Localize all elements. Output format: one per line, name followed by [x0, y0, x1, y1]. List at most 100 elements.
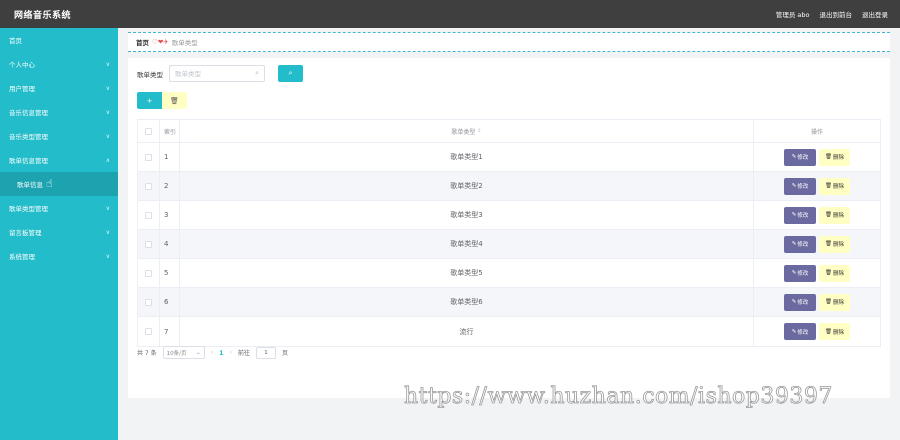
- row-checkbox[interactable]: [145, 298, 152, 306]
- trash-icon: 🗑: [170, 96, 179, 105]
- search-icon: ⌕: [255, 69, 259, 77]
- edit-icon: ✎: [791, 212, 797, 218]
- sidebar-item-label: 歌单信息管理: [9, 157, 48, 165]
- edit-button[interactable]: ✎ 修改: [784, 148, 816, 166]
- page-number[interactable]: 1: [219, 349, 224, 357]
- sidebar-item-users[interactable]: 用户管理 ∨: [0, 76, 118, 100]
- row-index: 1: [160, 143, 180, 171]
- edit-icon: ✎: [791, 154, 797, 160]
- row-checkbox[interactable]: [145, 211, 152, 219]
- chevron-down-icon: ∨: [105, 252, 110, 260]
- trash-icon: 🗑: [825, 328, 832, 335]
- row-index: 7: [160, 317, 180, 346]
- delete-button[interactable]: 🗑 删除: [819, 323, 850, 340]
- add-button[interactable]: +: [137, 92, 162, 109]
- batch-delete-button[interactable]: 🗑: [162, 92, 187, 109]
- chevron-down-icon: ∨: [105, 228, 110, 236]
- hand-cursor-icon: ☝: [46, 177, 53, 190]
- page-suffix: 页: [282, 350, 289, 357]
- delete-button[interactable]: 🗑 删除: [819, 235, 850, 253]
- delete-button[interactable]: 🗑 删除: [819, 264, 850, 282]
- chevron-down-icon: ∨: [105, 108, 110, 116]
- table-header: 索引 歌单类型 ⇕ 操作: [138, 120, 880, 143]
- search-input[interactable]: [175, 69, 249, 78]
- sidebar-item-message-board[interactable]: 留言板管理 ∨: [0, 220, 118, 244]
- edit-button[interactable]: ✎ 修改: [784, 235, 816, 253]
- header-index: 索引: [160, 120, 180, 142]
- row-checkbox[interactable]: [145, 269, 152, 277]
- row-index: 2: [160, 172, 180, 200]
- search-button[interactable]: ⌕: [278, 65, 303, 82]
- sidebar-item-profile[interactable]: 个人中心 ∨: [0, 52, 118, 76]
- header-operation: 操作: [810, 128, 823, 136]
- pagination: 共 7 条 10条/页 ⌄ ‹ 1 › 前往 1 页: [137, 346, 288, 359]
- header-name[interactable]: 歌单类型 ⇕: [180, 120, 754, 142]
- table-row: 3 歌单类型3 ✎ 修改 🗑 删除: [138, 201, 880, 230]
- goto-page-input[interactable]: 1: [256, 346, 276, 359]
- sidebar-item-label: 首页: [9, 37, 22, 45]
- next-page-icon[interactable]: ›: [230, 349, 232, 356]
- action-row: + 🗑: [137, 92, 187, 109]
- sidebar-item-system[interactable]: 系统管理 ∨: [0, 244, 118, 268]
- edit-button[interactable]: ✎ 修改: [784, 206, 816, 224]
- app-title: 网络音乐系统: [14, 10, 72, 21]
- trash-icon: 🗑: [825, 212, 832, 218]
- chevron-down-icon: ⌄: [196, 349, 201, 356]
- search-input-box[interactable]: ⌕: [169, 65, 265, 82]
- sidebar-item-label: 用户管理: [9, 85, 35, 93]
- main-content: 首页 ♡❤✈ 歌单类型 歌单类型 ⌕ ⌕ + 🗑 索引: [118, 28, 900, 440]
- sidebar-item-label: 留言板管理: [9, 229, 42, 237]
- breadcrumb-home[interactable]: 首页: [136, 37, 149, 47]
- delete-button[interactable]: 🗑 删除: [819, 148, 850, 166]
- row-checkbox[interactable]: [145, 182, 152, 190]
- select-all-checkbox[interactable]: [145, 127, 152, 135]
- sidebar-item-playlist-type[interactable]: 歌单类型管理 ∨: [0, 196, 118, 220]
- top-bar: 网络音乐系统 管理员 abo 退出到前台 退出登录: [0, 0, 900, 28]
- edit-button[interactable]: ✎ 修改: [784, 177, 816, 195]
- sidebar-item-label: 个人中心: [9, 61, 35, 69]
- delete-button[interactable]: 🗑 删除: [819, 206, 850, 224]
- goto-label: 前往: [237, 350, 250, 357]
- row-index: 5: [160, 259, 180, 287]
- row-checkbox[interactable]: [145, 240, 152, 248]
- row-checkbox[interactable]: [145, 328, 152, 335]
- delete-button[interactable]: 🗑 删除: [819, 177, 850, 195]
- edit-button[interactable]: ✎ 修改: [784, 293, 816, 311]
- edit-icon: ✎: [791, 328, 797, 335]
- chevron-down-icon: ∨: [105, 132, 110, 140]
- chevron-down-icon: ∨: [105, 84, 110, 92]
- header-checkbox-cell: [138, 120, 160, 142]
- edit-icon: ✎: [791, 270, 797, 276]
- row-index: 6: [160, 288, 180, 316]
- watermark: https://www.huzhan.com/ishop39397: [404, 384, 833, 410]
- sidebar-item-label: 系统管理: [9, 253, 35, 261]
- content-panel: 歌单类型 ⌕ ⌕ + 🗑 索引 歌单类型⇕ 操作: [128, 58, 890, 398]
- row-name: 歌单类型5: [180, 259, 754, 287]
- edit-icon: ✎: [791, 241, 797, 247]
- sidebar-item-music-info[interactable]: 音乐信息管理 ∨: [0, 100, 118, 124]
- back-to-front-link[interactable]: 退出到前台: [820, 9, 853, 19]
- sort-icon[interactable]: ⇕: [477, 128, 481, 134]
- row-checkbox[interactable]: [145, 153, 152, 161]
- sidebar-item-home[interactable]: 首页: [0, 28, 118, 52]
- edit-button[interactable]: ✎ 修改: [784, 264, 816, 282]
- total-count: 共 7 条: [137, 350, 157, 357]
- sidebar-item-playlist-info-mgmt[interactable]: 歌单信息管理 ∧: [0, 148, 118, 172]
- chevron-down-icon: ∨: [105, 204, 110, 212]
- trash-icon: 🗑: [825, 183, 832, 189]
- row-name: 歌单类型6: [180, 288, 754, 316]
- trash-icon: 🗑: [825, 154, 832, 160]
- edit-button[interactable]: ✎ 修改: [784, 323, 816, 340]
- sidebar-item-label: 歌单类型管理: [9, 205, 48, 213]
- sidebar-item-label: 音乐类型管理: [9, 133, 48, 141]
- sidebar-subitem-playlist-info[interactable]: 歌单信息: [0, 172, 118, 196]
- sidebar: 首页 个人中心 ∨ 用户管理 ∨ 音乐信息管理 ∨ 音乐类型管理 ∨ 歌单信息管…: [0, 28, 118, 440]
- logout-link[interactable]: 退出登录: [862, 9, 888, 19]
- delete-button[interactable]: 🗑 删除: [819, 293, 850, 311]
- table-row: 1 歌单类型1 ✎ 修改 🗑 删除: [138, 143, 880, 172]
- trash-icon: 🗑: [825, 299, 832, 305]
- prev-page-icon[interactable]: ‹: [211, 349, 213, 356]
- search-label: 歌单类型: [137, 70, 163, 79]
- page-size-select[interactable]: 10条/页 ⌄: [162, 346, 205, 359]
- sidebar-item-music-type[interactable]: 音乐类型管理 ∨: [0, 124, 118, 148]
